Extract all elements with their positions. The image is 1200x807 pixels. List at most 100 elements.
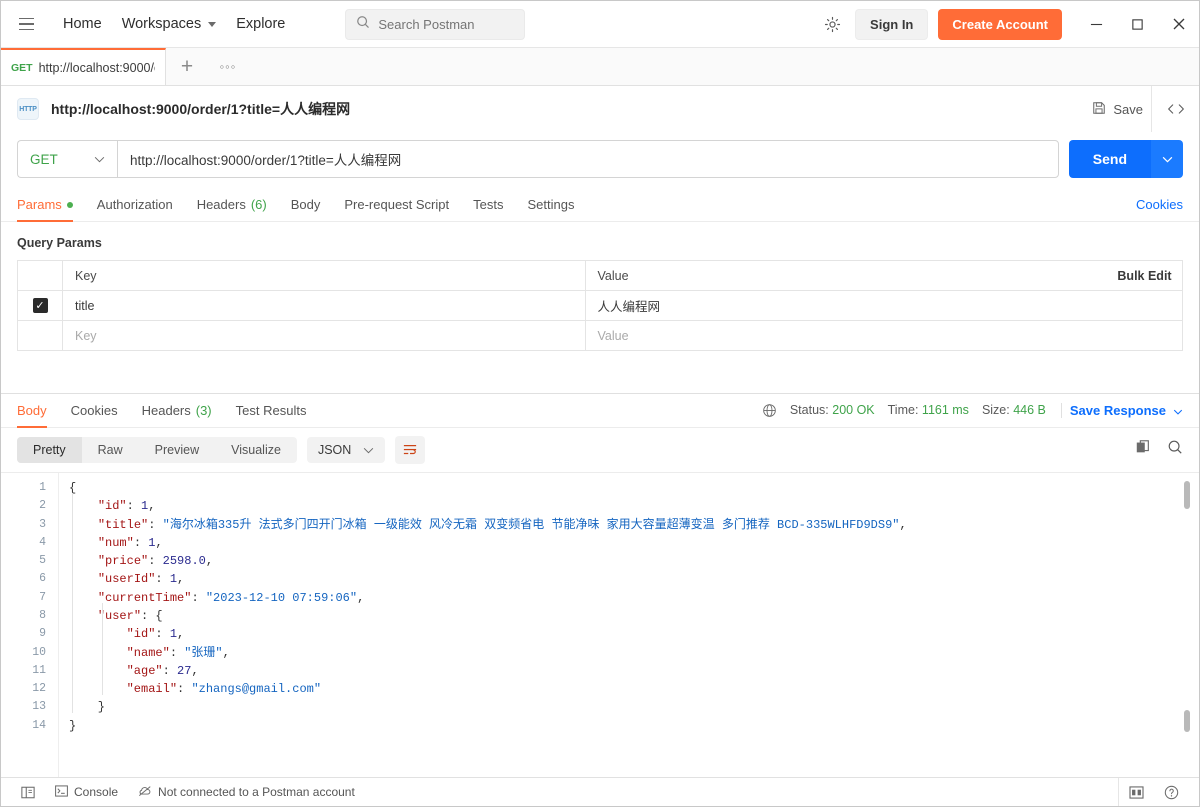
row-key-cell-empty[interactable]: Key	[63, 321, 586, 350]
row-bulk-cell	[1107, 291, 1182, 320]
nav-home[interactable]: Home	[53, 10, 112, 38]
send-dropdown-button[interactable]	[1151, 140, 1183, 178]
json-code-body[interactable]: { "id": 1, "title": "海尔冰箱335升 法式多门四开门冰箱 …	[59, 473, 1199, 777]
chevron-down-icon	[208, 21, 217, 27]
search-input[interactable]	[378, 16, 515, 32]
console-button[interactable]: Console	[45, 778, 128, 806]
table-header-row: Key Value Bulk Edit	[18, 261, 1182, 291]
code-line: "currentTime": "2023-12-10 07:59:06",	[97, 590, 365, 605]
row-value-cell[interactable]: 人人编程网	[586, 291, 1108, 320]
response-tab-test-results[interactable]: Test Results	[224, 394, 319, 427]
tab-params[interactable]: Params	[17, 188, 85, 222]
tab-authorization[interactable]: Authorization	[85, 188, 185, 221]
status-bar: Console Not connected to a Postman accou…	[1, 777, 1199, 806]
search-container	[345, 8, 526, 40]
response-tab-body[interactable]: Body	[17, 394, 59, 428]
minimize-icon[interactable]	[1076, 1, 1117, 47]
tab-settings-label: Settings	[527, 197, 575, 212]
request-tab-0[interactable]: GET http://localhost:9000/ord	[1, 48, 166, 85]
header-value-cell: Value	[586, 261, 1108, 290]
new-tab-button[interactable]: +	[166, 48, 208, 85]
response-meta: Status: 200 OK Time: 1161 ms Size: 446 B…	[762, 402, 1183, 418]
scrollbar-thumb-bottom[interactable]	[1184, 709, 1190, 732]
code-line: "price": 2598.0,	[97, 554, 214, 569]
response-body-viewer[interactable]: 1 2 3 4 5 6 7 8 9 10 11 12 13 14 { "id":…	[1, 471, 1199, 777]
view-mode-raw[interactable]: Raw	[82, 437, 139, 463]
line-number: 12	[32, 682, 46, 696]
nav-explore-label: Explore	[236, 16, 286, 32]
response-tab-cookies[interactable]: Cookies	[59, 394, 130, 427]
view-mode-pretty[interactable]: Pretty	[17, 436, 82, 463]
code-line: "name": "张珊",	[126, 645, 230, 660]
line-number: 11	[32, 663, 46, 677]
cookies-link[interactable]: Cookies	[1136, 197, 1183, 212]
line-number: 7	[39, 590, 46, 604]
code-line: }	[69, 718, 77, 733]
copy-icon[interactable]	[1135, 439, 1151, 460]
row-bulk-cell-empty	[1107, 321, 1182, 350]
response-tab-cookies-label: Cookies	[70, 402, 118, 418]
query-params-table: Key Value Bulk Edit ✓ title 人人编程网 Key Va…	[17, 260, 1183, 351]
search-box[interactable]	[345, 8, 526, 40]
line-number: 1	[39, 480, 46, 494]
method-value: GET	[30, 151, 58, 167]
code-snippet-icon[interactable]	[1151, 86, 1199, 132]
view-mode-group: Pretty Raw Preview Visualize	[17, 436, 297, 463]
line-number: 2	[39, 499, 46, 513]
sidebar-toggle-icon[interactable]	[11, 778, 45, 806]
param-enabled-checkbox[interactable]: ✓	[32, 298, 48, 313]
bulk-edit-label: Bulk Edit	[1117, 268, 1172, 283]
row-value-cell-empty[interactable]: Value	[586, 321, 1108, 350]
maximize-icon[interactable]	[1117, 1, 1158, 47]
view-mode-preview[interactable]: Preview	[139, 437, 215, 463]
method-select[interactable]: GET	[17, 140, 117, 178]
url-bar: GET Send	[1, 132, 1199, 188]
tab-headers[interactable]: Headers (6)	[185, 188, 279, 221]
url-input-wrapper[interactable]	[117, 140, 1059, 178]
response-format-select[interactable]: JSON	[306, 436, 386, 463]
save-button[interactable]: Save	[1084, 95, 1151, 124]
console-label: Console	[74, 785, 119, 799]
time-badge: Time: 1161 ms	[888, 403, 969, 417]
scrollbar-thumb-top[interactable]	[1184, 480, 1190, 509]
wrap-lines-icon[interactable]	[395, 435, 426, 464]
indent-guide	[72, 493, 73, 713]
row-checkbox-cell-empty	[18, 321, 63, 350]
request-section-tabs: Params Authorization Headers (6) Body Pr…	[1, 188, 1199, 222]
param-key-placeholder: Key	[75, 328, 97, 343]
code-line: "num": 1,	[97, 535, 163, 550]
save-response-button[interactable]: Save Response	[1060, 402, 1183, 418]
nav-workspaces[interactable]: Workspaces	[112, 10, 227, 38]
url-input[interactable]	[130, 151, 1046, 167]
hamburger-icon[interactable]	[13, 11, 39, 37]
postman-window: Home Workspaces Explore Sign In Create A…	[0, 0, 1200, 807]
nav-explore[interactable]: Explore	[226, 10, 295, 38]
send-button[interactable]: Send	[1068, 140, 1151, 178]
row-key-cell[interactable]: title	[63, 291, 586, 320]
help-circle-icon[interactable]	[1154, 778, 1189, 806]
vertical-scrollbar[interactable]	[1183, 473, 1191, 777]
tab-tests[interactable]: Tests	[461, 188, 515, 221]
account-status[interactable]: Not connected to a Postman account	[128, 778, 365, 806]
status-badge: Status: 200 OK	[790, 403, 875, 417]
line-number: 9	[39, 627, 46, 641]
view-mode-visualize[interactable]: Visualize	[215, 437, 297, 463]
tab-pre-request-script[interactable]: Pre-request Script	[332, 188, 461, 221]
chevron-down-icon	[363, 443, 374, 457]
tab-pre-request-script-label: Pre-request Script	[344, 197, 450, 212]
time-value: 1161 ms	[921, 403, 969, 418]
search-icon[interactable]	[1167, 439, 1183, 460]
layout-grid-icon[interactable]	[1119, 778, 1154, 806]
line-number: 8	[39, 609, 46, 622]
view-mode-preview-label: Preview	[154, 442, 200, 457]
tab-body[interactable]: Body	[279, 188, 333, 221]
create-account-button[interactable]: Create Account	[938, 8, 1062, 40]
view-mode-visualize-label: Visualize	[231, 442, 281, 457]
response-tab-headers[interactable]: Headers (3)	[130, 394, 224, 427]
gear-icon[interactable]	[817, 9, 847, 39]
sign-in-button[interactable]: Sign In	[855, 8, 929, 40]
close-icon[interactable]	[1158, 1, 1199, 47]
bulk-edit-cell[interactable]: Bulk Edit	[1107, 261, 1182, 290]
tab-settings[interactable]: Settings	[515, 188, 586, 221]
tab-more-options-button[interactable]: ◦◦◦	[208, 48, 248, 85]
